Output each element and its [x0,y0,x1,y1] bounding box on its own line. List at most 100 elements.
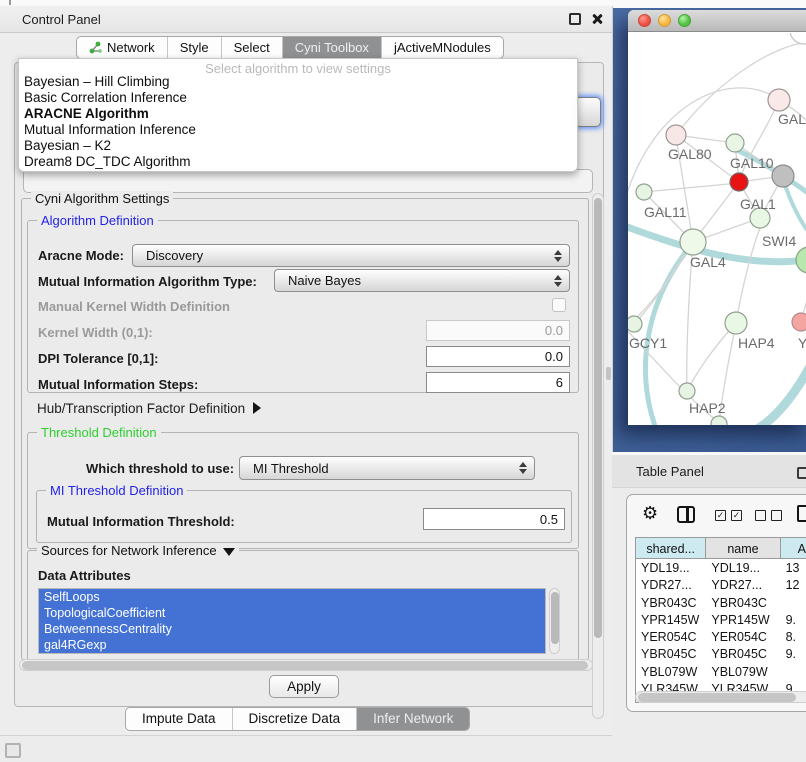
node-gal4[interactable] [680,229,706,255]
which-threshold-combo[interactable]: MI Threshold [239,456,535,480]
table-hscroll-thumb[interactable] [638,693,796,702]
node-gal-partial[interactable] [768,89,790,111]
node-table[interactable]: shared... name A YDL19... YDL19... 13 YD… [635,537,806,703]
cell-value: 12 [781,576,806,593]
stepper-icon [519,462,527,474]
tab-infer-network[interactable]: Infer Network [356,708,469,730]
tab-jactivemnodules[interactable]: jActiveMNodules [381,37,503,58]
list-scrollbar[interactable] [549,588,560,654]
node-unlabeled-top[interactable] [790,33,806,44]
tab-cyni-toolbox[interactable]: Cyni Toolbox [282,37,381,58]
node-pink-right[interactable] [792,313,806,331]
node-hap4[interactable] [725,312,747,334]
algorithm-dropdown-popup: Select algorithm to view settings Bayesi… [18,58,578,172]
table-row[interactable]: YBL079W YBL079W [636,663,806,680]
unchecked-checkbox-icon[interactable] [755,510,766,521]
file-icon[interactable] [797,505,806,522]
node-label-gal10: GAL10 [730,155,774,171]
inference-algorithm-combo-partial[interactable] [575,97,601,127]
list-scrollbar-thumb[interactable] [551,592,559,644]
menu-item-mutual-information[interactable]: Mutual Information Inference [24,122,196,138]
minimize-window-icon[interactable] [658,14,671,27]
list-item[interactable]: TopologicalCoefficient [39,605,545,621]
tab-impute-data[interactable]: Impute Data [126,708,232,730]
tab-network[interactable]: Network [77,37,167,58]
manual-kernel-width-checkbox[interactable] [552,298,566,312]
table-header-row: shared... name A [636,538,806,559]
data-attributes-list[interactable]: SelfLoops TopologicalCoefficient Between… [38,588,546,654]
table-row[interactable]: YDR27... YDR27... 12 [636,576,806,593]
mi-steps-field[interactable]: 6 [426,372,570,393]
tab-select[interactable]: Select [221,37,282,58]
column-header-partial[interactable]: A [781,538,806,559]
node-red-selected[interactable] [730,173,748,191]
table-panel-region: Table Panel ⚙ ✓ ✓ shared... name A YDL19… [612,452,806,762]
menu-item-dream8[interactable]: Dream8 DC_TDC Algorithm [24,154,191,170]
node-swi4[interactable] [796,247,806,273]
cell-name: YER054C [706,628,780,645]
column-header-name[interactable]: name [706,538,780,559]
tab-jactivemnodules-label: jActiveMNodules [394,40,491,55]
table-row[interactable]: YBR045C YBR045C 9. [636,645,806,662]
aracne-mode-value: Discovery [146,248,203,263]
dpi-tolerance-field[interactable]: 0.0 [426,346,570,367]
settings-vertical-scrollbar[interactable] [592,193,604,719]
node-gal11[interactable] [636,184,652,200]
panel-splitter-handle[interactable] [606,367,611,380]
list-item[interactable]: BetweennessCentrality [39,621,545,637]
table-row[interactable]: YBR043C YBR043C [636,594,806,611]
node-label-gcy1: GCY1 [629,335,667,351]
column-layout-icon[interactable] [677,506,695,523]
cell-value [781,663,806,680]
node-label-swi4: SWI4 [762,233,796,249]
bottom-tab-bar: Impute Data Discretize Data Infer Networ… [125,707,470,731]
hub-definition-expander[interactable]: Hub/Transcription Factor Definition [37,401,261,416]
node-label-gal11: GAL11 [644,204,687,220]
collapsed-panel-icon[interactable] [5,743,21,758]
tab-style-label: Style [180,40,209,55]
column-header-shared-name[interactable]: shared... [636,538,706,559]
mi-threshold-field[interactable]: 0.5 [423,508,565,530]
close-window-icon[interactable] [638,14,651,27]
table-panel-title: Table Panel [636,464,704,479]
network-canvas[interactable]: GAL GAL80 GAL10 GAL1 GAL11 GAL4 SWI4 GCY… [628,33,806,425]
menu-item-aracne[interactable]: ARACNE Algorithm [24,106,149,122]
table-row[interactable]: YDL19... YDL19... 13 [636,559,806,576]
checked-checkbox-icon[interactable]: ✓ [731,510,742,521]
aracne-mode-combo[interactable]: Discovery [132,244,570,267]
close-panel-icon[interactable] [590,12,604,26]
cell-shared: YPR145W [636,611,706,628]
table-row[interactable]: YPR145W YPR145W 9. [636,611,806,628]
settings-horizontal-scrollbar[interactable] [19,659,593,671]
apply-button[interactable]: Apply [269,675,339,698]
tab-discretize-data[interactable]: Discretize Data [232,708,357,730]
zoom-window-icon[interactable] [678,14,691,27]
menu-item-bayesian-hill[interactable]: Bayesian – Hill Climbing [24,74,170,90]
hub-definition-label: Hub/Transcription Factor Definition [37,401,245,416]
mi-algorithm-type-combo[interactable]: Naive Bayes [274,269,570,292]
table-row[interactable]: YER054C YER054C 8. [636,628,806,645]
menu-item-bayesian-k2[interactable]: Bayesian – K2 [24,138,111,154]
menu-item-basic-correlation[interactable]: Basic Correlation Inference [24,90,187,106]
float-panel-icon[interactable] [569,13,581,25]
algorithm-definition-group: Algorithm Definition Aracne Mode: Discov… [27,220,579,393]
node-gray[interactable] [772,165,794,187]
list-item[interactable]: gal4RGexp [39,637,545,653]
list-item[interactable]: SelfLoops [39,589,545,605]
mi-algorithm-type-label: Mutual Information Algorithm Type: [38,274,257,289]
gear-icon[interactable]: ⚙ [642,503,658,524]
settings-vscroll-thumb[interactable] [594,198,602,638]
node-hap2[interactable] [679,383,695,399]
tab-style[interactable]: Style [167,37,221,58]
unchecked-checkbox-icon[interactable] [771,510,782,521]
table-horizontal-scrollbar[interactable] [635,691,806,703]
mi-algorithm-type-value: Naive Bayes [288,273,361,288]
node-gal80[interactable] [666,125,686,145]
checked-checkbox-icon[interactable]: ✓ [715,510,726,521]
node-gcy1[interactable] [628,316,642,332]
collapse-arrow-icon[interactable] [223,548,235,556]
table-float-icon[interactable] [797,467,806,479]
node-gal10[interactable] [726,134,744,152]
settings-hscroll-thumb[interactable] [22,661,588,670]
network-window-titlebar[interactable] [628,10,806,32]
